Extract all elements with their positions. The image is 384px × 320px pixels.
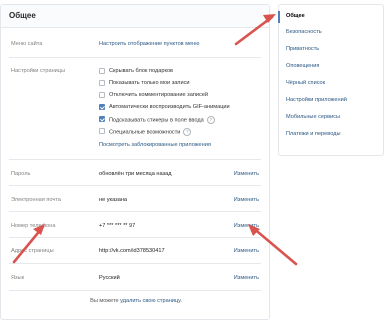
sidebar-item-app-settings[interactable]: Настройки приложений [286, 97, 347, 103]
autoplay-gif-label: Автоматически воспроизводить GIF-анимаци… [109, 104, 230, 110]
accessibility-checkbox[interactable] [99, 128, 105, 134]
suggest-stickers-text: Подсказывать стикеры в поле ввода? [109, 116, 215, 124]
blocked-apps-link[interactable]: Посмотреть заблокированные приложения [99, 142, 211, 148]
hide-gifts-checkbox[interactable] [99, 68, 105, 74]
page-address-label: Адрес страницы [11, 248, 54, 254]
sidebar-item-mobile[interactable]: Мобильные сервисы [286, 114, 340, 120]
change-language-link[interactable]: Изменить [234, 275, 259, 281]
only-my-posts-label: Показывать только мои записи [109, 80, 190, 86]
change-password-link[interactable]: Изменить [234, 171, 259, 177]
sidebar-item-blacklist[interactable]: Чёрный список [286, 80, 325, 86]
password-label: Пароль [11, 171, 31, 177]
sidebar-item-general[interactable]: Общее [286, 13, 305, 19]
suggest-stickers-label: Подсказывать стикеры в поле ввода [109, 117, 204, 124]
sidebar-item-payments[interactable]: Платежи и переводы [286, 131, 340, 137]
delete-page-footer: Вы можете удалить свою страницу. [1, 298, 269, 304]
sidebar-item-security[interactable]: Безопасность [286, 29, 322, 35]
divider [9, 185, 261, 186]
language-value: Русский [99, 275, 120, 281]
help-icon[interactable]: ? [206, 116, 215, 124]
footer-text: Вы можете [90, 298, 119, 304]
divider [9, 263, 261, 264]
sidebar-item-notifications[interactable]: Оповещения [286, 63, 319, 69]
divider [9, 290, 261, 291]
accessibility-text: Специальные возможности? [109, 128, 192, 136]
email-label: Электронная почта [11, 197, 61, 203]
divider [9, 159, 261, 160]
phone-label: Номер телефона [11, 223, 56, 229]
password-value: обновлён три месяца назад [99, 171, 172, 177]
divider [9, 211, 261, 212]
email-value: не указана [99, 197, 128, 203]
configure-menu-link[interactable]: Настроить отображение пунктов меню [99, 41, 199, 47]
settings-panel: Общее Меню сайта Настроить отображение п… [0, 4, 270, 320]
disable-comments-checkbox[interactable] [99, 92, 105, 98]
change-email-link[interactable]: Изменить [234, 197, 259, 203]
page-title: Общее [1, 5, 269, 28]
change-phone-link[interactable]: Изменить [234, 223, 259, 229]
suggest-stickers-checkbox[interactable] [99, 116, 105, 122]
page-address-value: http://vk.com/id378530417 [99, 248, 165, 254]
divider [9, 237, 261, 238]
change-address-link[interactable]: Изменить [234, 248, 259, 254]
page-settings-label: Настройки страницы [11, 68, 66, 74]
accessibility-label: Специальные возможности [109, 129, 181, 136]
settings-sidebar: Общее Безопасность Приватность Оповещени… [278, 4, 384, 156]
language-label: Язык [11, 275, 25, 281]
active-indicator [278, 11, 280, 23]
disable-comments-label: Отключить комментирование записей [109, 92, 209, 98]
site-menu-label: Меню сайта [11, 41, 43, 47]
hide-gifts-label: Скрывать блок подарков [109, 68, 174, 74]
delete-page-link[interactable]: удалить свою страницу. [120, 298, 182, 304]
help-icon[interactable]: ? [183, 128, 192, 136]
sidebar-item-privacy[interactable]: Приватность [286, 46, 319, 52]
only-my-posts-checkbox[interactable] [99, 80, 105, 86]
autoplay-gif-checkbox[interactable] [99, 104, 105, 110]
phone-value: +7 *** *** ** 97 [99, 223, 136, 229]
divider [9, 57, 261, 58]
